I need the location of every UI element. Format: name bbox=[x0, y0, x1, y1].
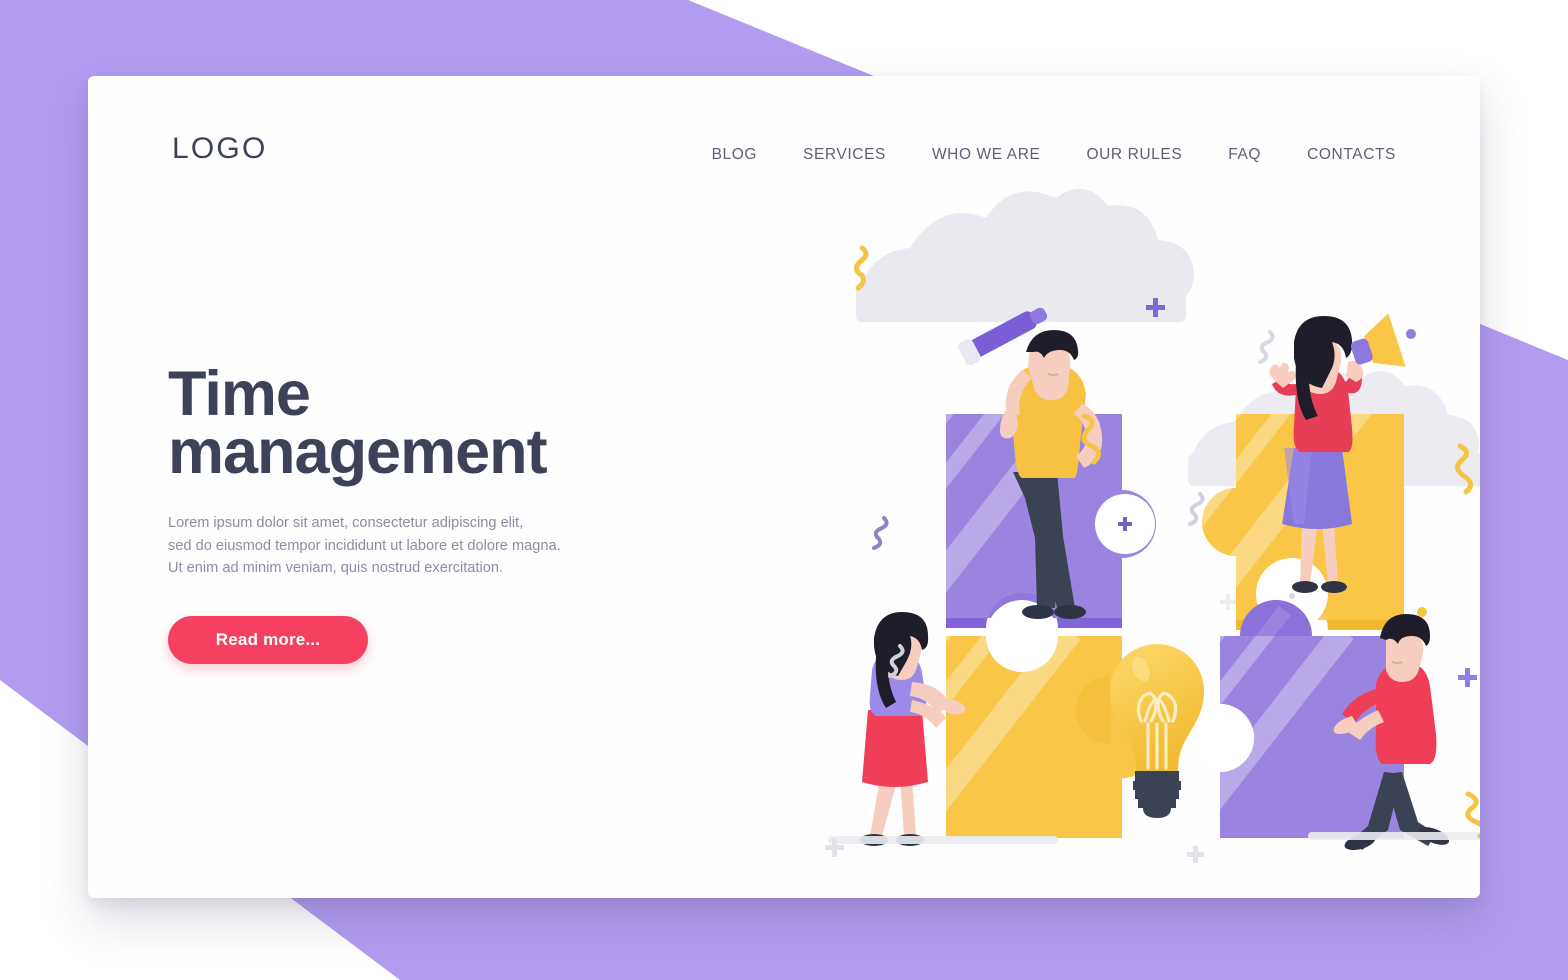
decor-squiggle-purple-left bbox=[872, 516, 889, 550]
nav-item-blog[interactable]: BLOG bbox=[712, 142, 757, 168]
hero-paragraph-line-2: sed do eiusmod tempor incididunt ut labo… bbox=[168, 537, 561, 554]
teamwork-puzzle-illustration bbox=[708, 176, 1480, 898]
decor-squiggle-gray-center bbox=[1188, 492, 1205, 526]
decor-squiggle-yellow-top-left bbox=[854, 245, 869, 291]
read-more-button[interactable]: Read more... bbox=[168, 616, 368, 665]
hero-paragraph-line-1: Lorem ipsum dolor sit amet, consectetur … bbox=[168, 514, 524, 531]
landing-page-card: LOGO BLOG SERVICES WHO WE ARE OUR RULES … bbox=[88, 76, 1480, 898]
main-navigation: BLOG SERVICES WHO WE ARE OUR RULES FAQ C… bbox=[712, 142, 1396, 168]
decor-plus-gray-center bbox=[1187, 846, 1204, 863]
page-root: LOGO BLOG SERVICES WHO WE ARE OUR RULES … bbox=[0, 0, 1568, 980]
ground-shadow bbox=[828, 832, 1480, 844]
hero-section: Time management Lorem ipsum dolor sit am… bbox=[168, 363, 668, 665]
cloud-left-icon bbox=[856, 188, 1194, 322]
hero-paragraph-line-3: Ut enim ad minim veniam, quis nostrud ex… bbox=[168, 560, 503, 577]
page-title: Time management bbox=[168, 363, 668, 487]
decor-squiggle-gray-upper bbox=[1258, 330, 1275, 364]
nav-item-services[interactable]: SERVICES bbox=[803, 142, 886, 168]
nav-item-our-rules[interactable]: OUR RULES bbox=[1086, 142, 1182, 168]
page-title-line-2: management bbox=[168, 416, 548, 487]
nav-item-who-we-are[interactable]: WHO WE ARE bbox=[932, 142, 1040, 168]
decor-squiggle-yellow-bottom-right bbox=[1465, 791, 1480, 839]
decor-dot-purple bbox=[1406, 329, 1416, 339]
decor-plus-purple-right bbox=[1458, 668, 1477, 687]
lightbulb-icon bbox=[1110, 644, 1204, 818]
decor-plus-gray-mid-left bbox=[1220, 594, 1236, 610]
nav-item-faq[interactable]: FAQ bbox=[1228, 142, 1261, 168]
decor-dot-yellow bbox=[1417, 607, 1427, 617]
logo[interactable]: LOGO bbox=[172, 132, 268, 166]
nav-item-contacts[interactable]: CONTACTS bbox=[1307, 142, 1396, 168]
hero-paragraph: Lorem ipsum dolor sit amet, consectetur … bbox=[168, 512, 668, 580]
puzzle-piece-yellow-bottom-left bbox=[946, 600, 1156, 838]
